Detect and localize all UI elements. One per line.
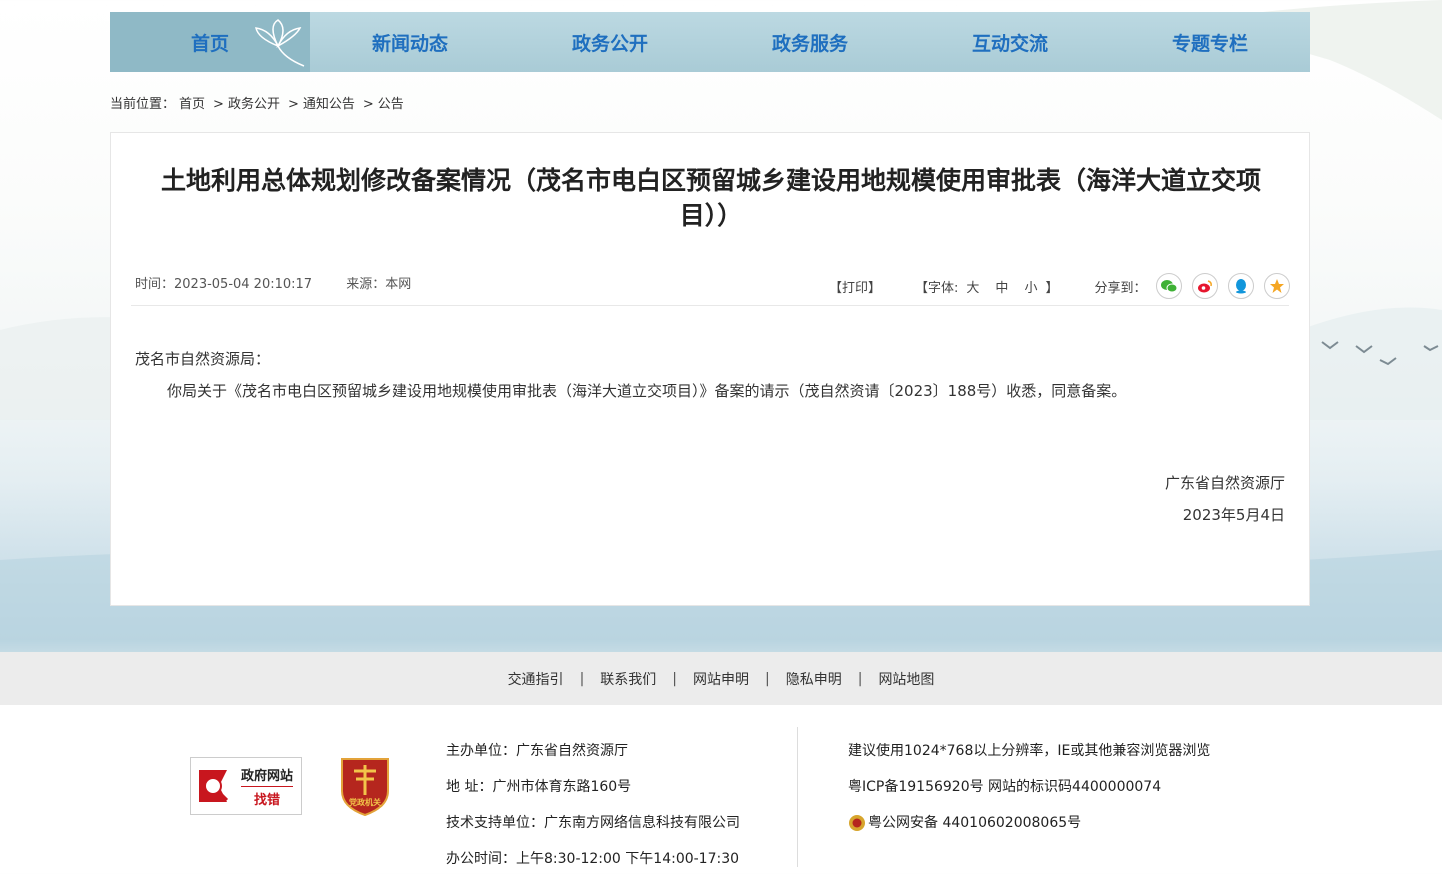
breadcrumb-separator: >: [362, 97, 374, 112]
footer-divider: [797, 727, 798, 867]
breadcrumb: 当前位置： 首页 > 政务公开 > 通知公告 > 公告: [110, 93, 408, 112]
party-gov-badge[interactable]: 党政机关: [338, 755, 392, 821]
main-nav: 首页 新闻动态 政务公开 政务服务 互动交流 专题专栏: [110, 12, 1310, 72]
footer-link-statement[interactable]: 网站申明: [693, 669, 749, 689]
party-gov-icon: 党政机关: [341, 758, 389, 817]
breadcrumb-notices[interactable]: 通知公告: [303, 97, 355, 112]
gov-site-error-report-badge[interactable]: 政府网站 找错: [190, 757, 302, 815]
breadcrumb-gov-affairs[interactable]: 政务公开: [228, 97, 280, 112]
nav-item-topics[interactable]: 专题专栏: [1110, 12, 1310, 72]
pipe-divider: |: [579, 670, 585, 687]
breadcrumb-separator: >: [287, 97, 299, 112]
pipe-divider: |: [672, 670, 677, 687]
font-small-button[interactable]: 小: [1024, 281, 1037, 296]
footer-link-sitemap[interactable]: 网站地图: [878, 669, 934, 689]
article-tools: 【打印】 【字体: 大 中 小】 分享到：: [829, 273, 1291, 299]
article-body: 茂名市自然资源局： 你局关于《茂名市电白区预留城乡建设用地规模使用审批表（海洋大…: [135, 343, 1285, 407]
article-title-line: 土地利用总体规划修改备案情况（茂名市电白区预留城乡建设用地规模使用审批表（海洋大…: [160, 166, 1261, 195]
badge-subtitle: 找错: [254, 792, 281, 808]
tech-support: 技术支持单位：广东南方网络信息科技有限公司: [446, 815, 740, 831]
font-medium-button[interactable]: 中: [995, 281, 1008, 296]
font-size-suffix: 】: [1045, 280, 1059, 296]
share-label: 分享到：: [1094, 280, 1147, 296]
font-size-control: 【字体: 大 中 小】: [915, 277, 1058, 296]
nav-item-gov-affairs[interactable]: 政务公开: [510, 12, 710, 72]
share-bar: 分享到：: [1094, 273, 1291, 299]
article-card: 土地利用总体规划修改备案情况（茂名市电白区预留城乡建设用地规模使用审批表（海洋大…: [110, 132, 1310, 606]
salutation: 茂名市自然资源局：: [135, 350, 271, 368]
breadcrumb-home[interactable]: 首页: [179, 97, 205, 112]
nav-item-label: 首页: [190, 32, 229, 55]
font-size-prefix: 【字体:: [915, 280, 959, 296]
nav-item-label: 互动交流: [971, 32, 1048, 55]
nav-item-label: 政务公开: [571, 32, 648, 55]
police-badge-icon: [849, 815, 865, 831]
share-weibo-icon[interactable]: [1192, 273, 1219, 299]
magnolia-icon: [255, 19, 305, 67]
nav-item-home[interactable]: 首页: [110, 12, 310, 72]
article-signature: 广东省自然资源厅 2023年5月4日: [1165, 467, 1285, 531]
footer: 政府网站 找错 党政机关 主办单位：广东省自然资源厅 地 址：广州市体育东路16…: [0, 705, 1442, 873]
pipe-divider: |: [857, 670, 863, 687]
divider: [131, 305, 1289, 306]
host-unit: 主办单位：广东省自然资源厅: [446, 743, 628, 759]
sign-date: 2023年5月4日: [1182, 506, 1285, 524]
magnifier-icon: [199, 770, 229, 802]
nav-item-label: 新闻动态: [371, 32, 448, 55]
footer-link-contact[interactable]: 联系我们: [600, 669, 656, 689]
browser-recommendation: 建议使用1024*768以上分辨率，IE或其他兼容浏览器浏览: [848, 743, 1211, 759]
share-qq-icon[interactable]: [1228, 273, 1255, 299]
publish-time: 时间：2023-05-04 20:10:17: [135, 277, 313, 292]
icp-record[interactable]: 粤ICP备19156920号 网站的标识码4400000074: [848, 769, 1210, 805]
party-gov-text: 党政机关: [349, 797, 381, 807]
share-wechat-icon[interactable]: [1156, 273, 1183, 299]
breadcrumb-separator: >: [213, 97, 224, 112]
signer: 广东省自然资源厅: [1164, 474, 1285, 492]
footer-links: 交通指引 | 联系我们 | 网站申明 | 隐私申明 | 网站地图: [0, 652, 1442, 705]
print-button[interactable]: 【打印】: [829, 277, 881, 296]
article-title-line: 目））: [679, 201, 743, 230]
nav-item-label: 专题专栏: [1171, 32, 1248, 55]
nav-item-news[interactable]: 新闻动态: [310, 12, 510, 72]
badge-title: 政府网站: [241, 765, 294, 787]
nav-item-gov-services[interactable]: 政务服务: [710, 12, 910, 72]
nav-item-interaction[interactable]: 互动交流: [910, 12, 1110, 72]
footer-info-left: 主办单位：广东省自然资源厅 地 址：广州市体育东路160号 技术支持单位：广东南…: [446, 733, 740, 877]
footer-link-privacy[interactable]: 隐私申明: [786, 669, 842, 689]
font-large-button[interactable]: 大: [966, 281, 979, 296]
share-favorite-icon[interactable]: [1264, 273, 1291, 299]
footer-info-right: 建议使用1024*768以上分辨率，IE或其他兼容浏览器浏览 粤ICP备1915…: [848, 733, 1210, 841]
office-hours: 办公时间：上午8:30-12:00 下午14:00-17:30: [446, 851, 740, 867]
article-source: 来源：本网: [346, 277, 412, 292]
nav-item-label: 政务服务: [771, 32, 848, 55]
breadcrumb-prefix: 当前位置：: [110, 97, 176, 112]
article-paragraph: 你局关于《茂名市电白区预留城乡建设用地规模使用审批表（海洋大道立交项目）》备案的…: [167, 382, 1127, 400]
article-title: 土地利用总体规划修改备案情况（茂名市电白区预留城乡建设用地规模使用审批表（海洋大…: [131, 163, 1291, 233]
article-meta: 时间：2023-05-04 20:10:17 来源：本网: [135, 273, 441, 292]
pipe-divider: |: [765, 670, 770, 687]
police-record-row[interactable]: 粤公网安备 44010602008065号: [848, 805, 1210, 841]
footer-link-traffic[interactable]: 交通指引: [508, 669, 564, 689]
police-record: 粤公网安备 44010602008065号: [868, 815, 1082, 831]
address: 地 址：广州市体育东路160号: [446, 779, 632, 795]
breadcrumb-announcement[interactable]: 公告: [378, 97, 404, 112]
